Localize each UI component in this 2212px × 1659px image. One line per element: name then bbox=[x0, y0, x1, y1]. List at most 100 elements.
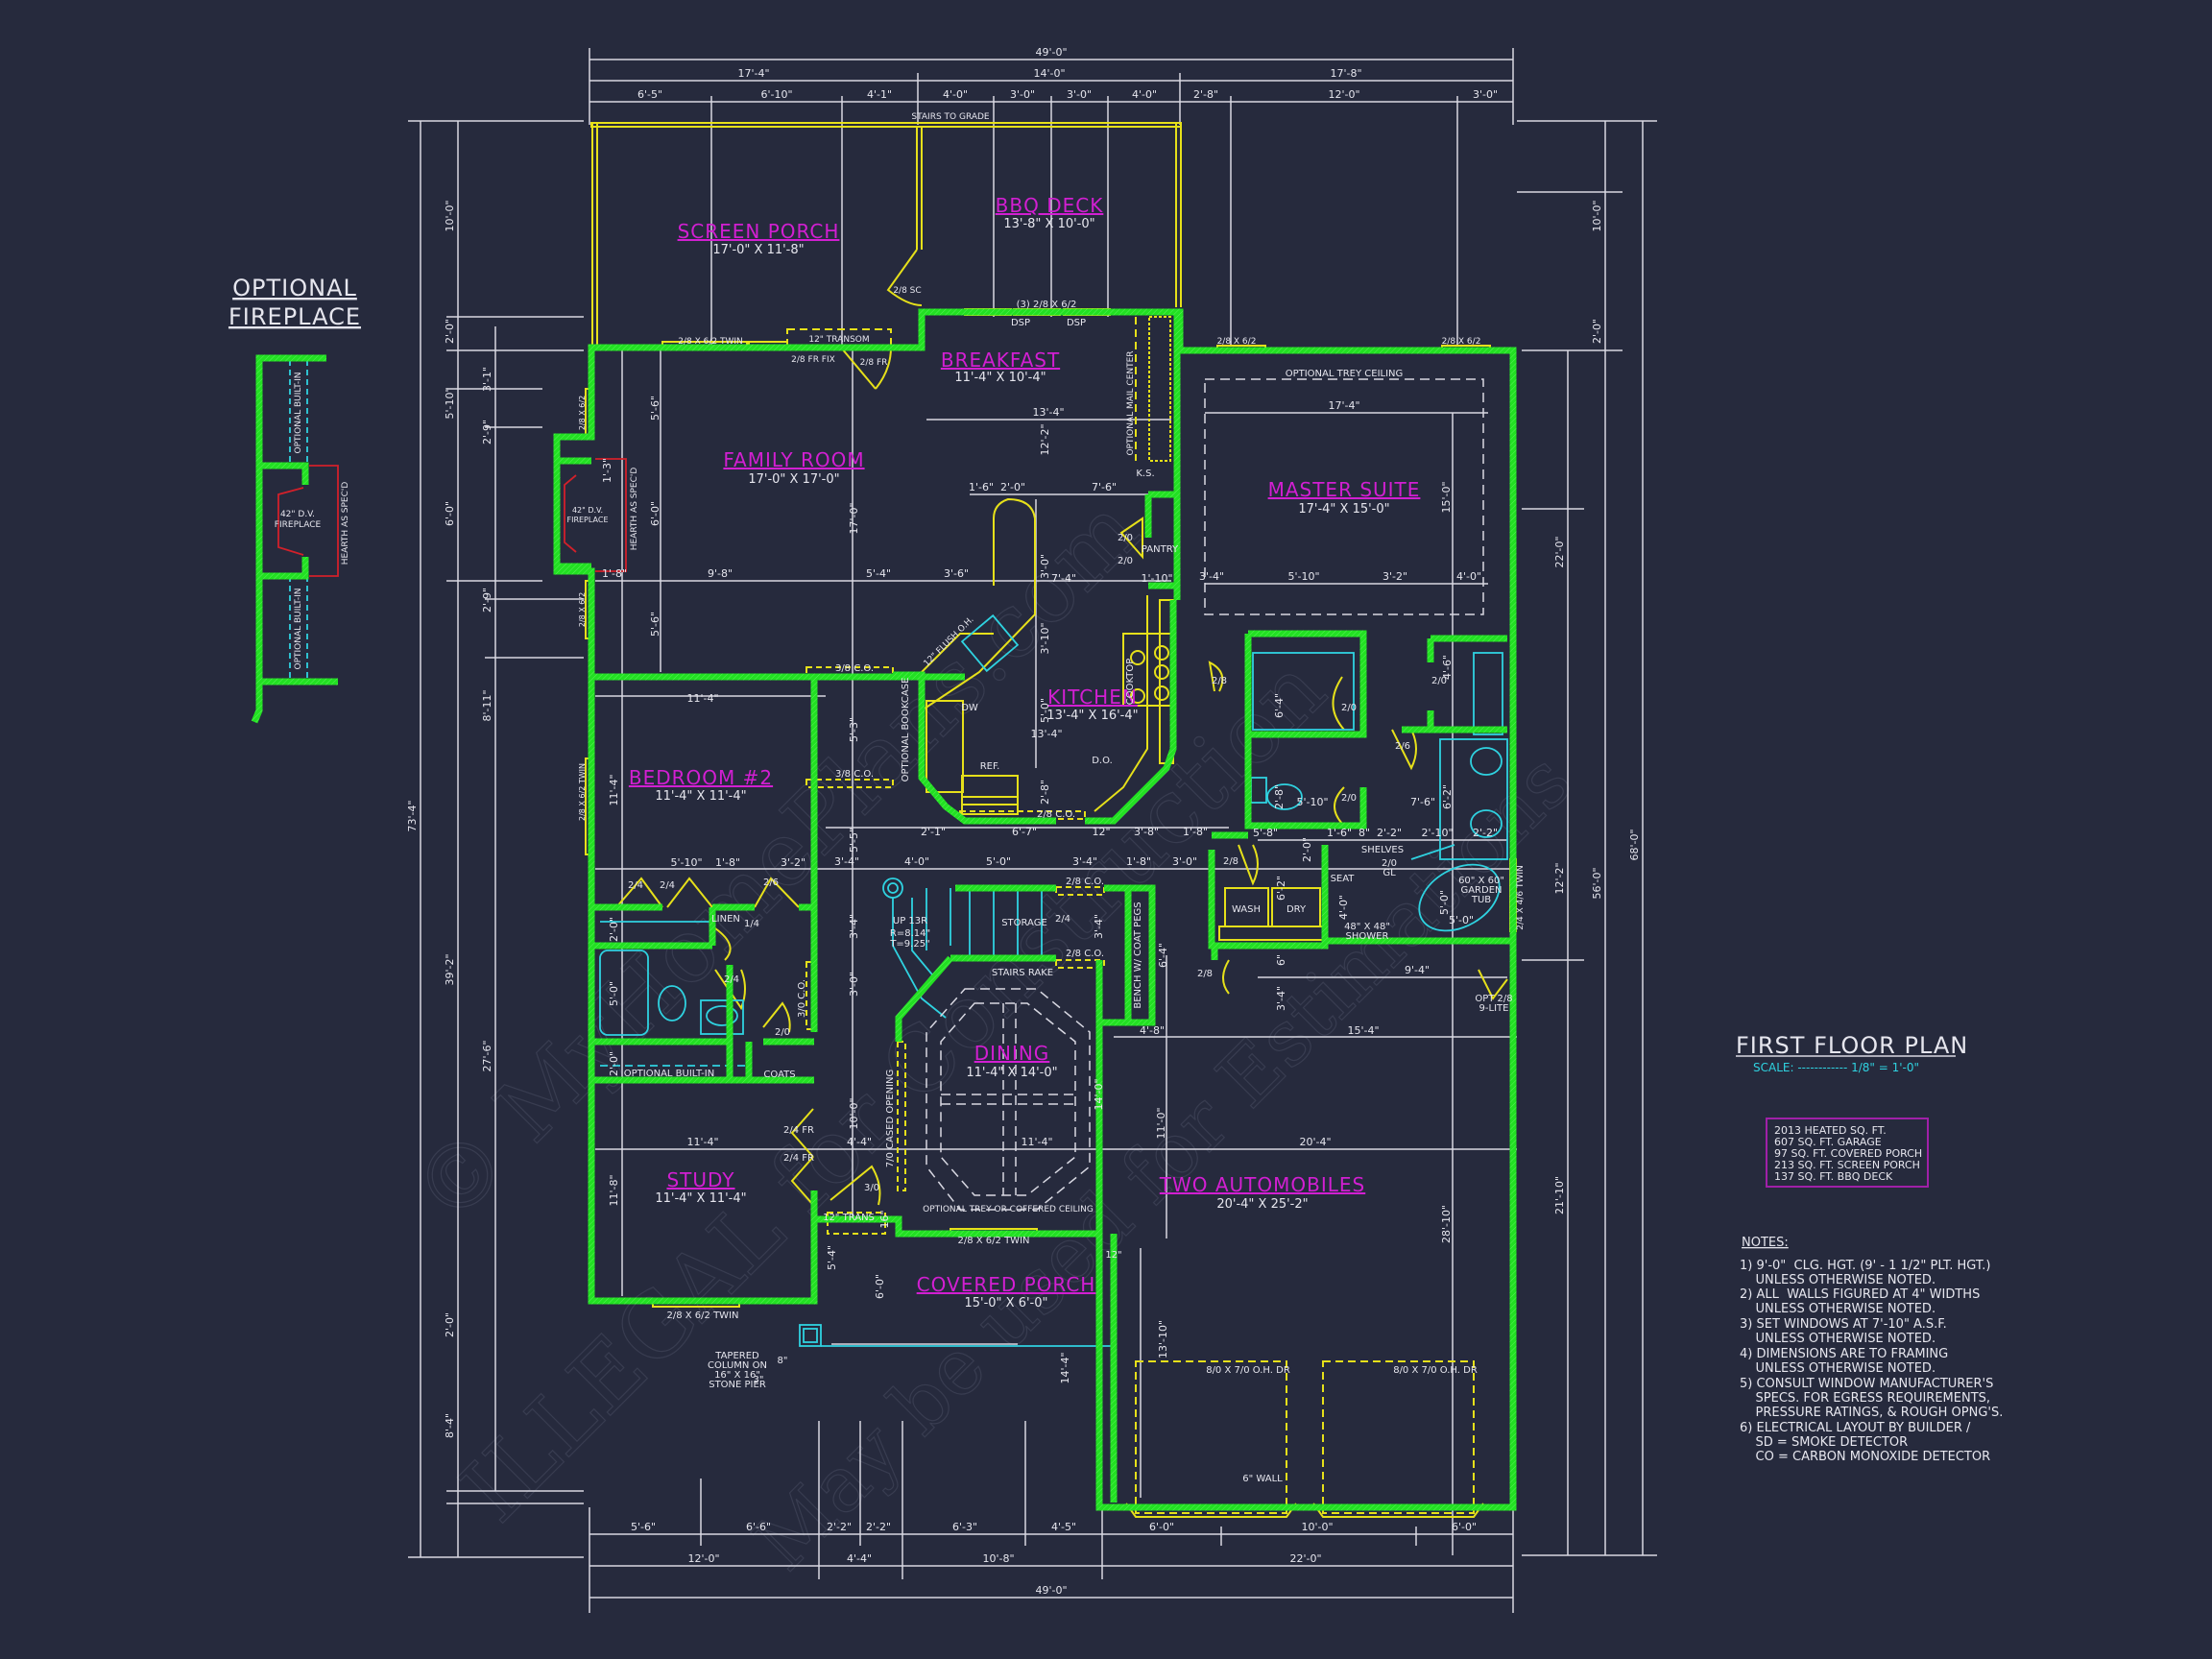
dim-fam-v2: 6'-0" bbox=[649, 501, 661, 526]
area-bbq-deck: 137 SQ. FT. BBQ DECK bbox=[1774, 1170, 1893, 1183]
dim-k-5-0: 5'-0" bbox=[1039, 698, 1051, 723]
dim-k-7-4: 7'-4" bbox=[1051, 572, 1076, 585]
dim-s-3-4: 3'-4" bbox=[834, 855, 859, 868]
label-stairs-rake: STAIRS RAKE bbox=[992, 968, 1053, 978]
label-column-8: 8" bbox=[778, 1356, 788, 1366]
label-closet-door-2: 2/4 bbox=[660, 880, 675, 891]
dim-s-3-4b: 3'-4" bbox=[1072, 855, 1097, 868]
label-door-2-6: 2/6 bbox=[763, 878, 779, 888]
optional-builtin-lower: OPTIONAL BUILT-IN bbox=[294, 588, 303, 669]
dim-mb-3-4: 3'-4" bbox=[1275, 986, 1287, 1011]
note-line-12: 6) ELECTRICAL LAYOUT BY BUILDER / bbox=[1740, 1421, 1971, 1435]
dim-right-inner-2: 12'-2" bbox=[1553, 862, 1566, 894]
dim-p-6-0: 6'-0" bbox=[874, 1274, 886, 1299]
label-dsp-1: DSP bbox=[1011, 318, 1030, 328]
dim-mb-5-0a: 5'-0" bbox=[1438, 890, 1451, 915]
label-storage-door: 2/4 bbox=[1055, 914, 1070, 925]
room-dining: DINING bbox=[974, 1042, 1050, 1065]
dim-left-inner-1: 3'-1" bbox=[481, 367, 493, 392]
dim-bottom-mid-3: 10'-8" bbox=[982, 1552, 1014, 1565]
dim-mb-2-8: 2'-8" bbox=[1273, 784, 1286, 809]
label-stairs-to-grade: STAIRS TO GRADE bbox=[911, 112, 990, 122]
label-garage-oh-2: 8/0 X 7/0 O.H. DR bbox=[1393, 1365, 1478, 1376]
dim-g-13-10: 13'-10" bbox=[1157, 1320, 1169, 1358]
dim-fam-13: 1'-3" bbox=[601, 458, 613, 483]
label-twelve: 12" bbox=[1105, 1250, 1121, 1261]
note-line-10: SPECS. FOR EGRESS REQUIREMENTS, bbox=[1740, 1391, 1990, 1406]
dim-k-7-6: 7'-6" bbox=[1092, 481, 1117, 493]
label-co-28: 2/8 C.O. bbox=[1037, 809, 1075, 820]
dim-d-14-0: 14'-0" bbox=[1093, 1078, 1105, 1110]
dim-d-4-4: 4'-4" bbox=[847, 1136, 872, 1148]
sheet-title-block: FIRST FLOOR PLAN SCALE: ------------ 1/8… bbox=[1736, 1032, 1967, 1074]
label-master-door: 2/8 bbox=[1212, 676, 1227, 686]
dim-bottom-5: 6'-3" bbox=[952, 1521, 977, 1533]
dim-mb-6: 6" bbox=[1275, 954, 1287, 966]
room-kitchen: KITCHEN bbox=[1047, 685, 1138, 709]
dim-left-2: 2'-0" bbox=[444, 319, 456, 344]
dim-p-16: 16" bbox=[878, 1210, 891, 1228]
room-screen-porch-size: 17'-0" X 11'-8" bbox=[712, 243, 804, 257]
dim-left-inner-2: 2'-9" bbox=[481, 420, 493, 445]
dim-left-4: 6'-0" bbox=[444, 501, 456, 526]
dim-mb-5-8: 5'-8" bbox=[1253, 827, 1278, 839]
label-hearth-main: HEARTH AS SPEC'D bbox=[630, 468, 639, 551]
note-line-9: 5) CONSULT WINDOW MANUFACTURER'S bbox=[1740, 1377, 1993, 1391]
dim-mb-5-0b: 5'-0" bbox=[1449, 914, 1474, 926]
label-bookcase: OPTIONAL BOOKCASE bbox=[901, 678, 911, 782]
dim-p-5-4: 5'-4" bbox=[826, 1245, 838, 1270]
dim-left-5: 39'-2" bbox=[444, 953, 456, 985]
dim-b-3-2: 3'-2" bbox=[781, 856, 805, 869]
optional-fireplace-detail: OPTIONAL FIREPLACE OPTIONAL BUILT-IN OPT… bbox=[228, 275, 360, 670]
dim-s-4-0: 4'-0" bbox=[904, 855, 929, 868]
dim-top-mid-1: 17'-4" bbox=[737, 67, 769, 80]
dim-bottom-mid-2: 4'-4" bbox=[847, 1552, 872, 1565]
label-co-28a: 2/8 C.O. bbox=[1066, 877, 1104, 887]
dim-top-1: 6'-5" bbox=[637, 88, 662, 101]
dim-s-3-0: 3'-0" bbox=[1172, 855, 1197, 868]
label-pantry-door-2: 2/0 bbox=[1118, 556, 1133, 566]
dim-d-4-8: 4'-8" bbox=[1140, 1024, 1165, 1037]
dim-right-overall: 68'-0" bbox=[1628, 829, 1641, 860]
area-summary: 2013 HEATED SQ. FT. 607 SQ. FT. GARAGE 9… bbox=[1766, 1118, 1929, 1188]
label-garage-door: 2/8 bbox=[1197, 969, 1213, 979]
dim-mb-4-0: 4'-0" bbox=[1337, 895, 1350, 920]
label-column-3in: 3" bbox=[754, 1375, 764, 1385]
label-cooktop: COOKTOP bbox=[1125, 659, 1136, 706]
optional-hearth-label: HEARTH AS SPEC'D bbox=[341, 482, 350, 565]
floor-plan-drawing: © MyHomePlans.com ILLEGAL for Constructi… bbox=[228, 46, 2003, 1613]
label-bath-door-26: 2/6 bbox=[1395, 741, 1410, 752]
label-entry-door: 3/0 bbox=[864, 1183, 879, 1193]
note-line-14: CO = CARBON MONOXIDE DETECTOR bbox=[1740, 1450, 1990, 1464]
label-riser: R=8.14" bbox=[890, 928, 930, 939]
room-breakfast-size: 11'-4" X 10'-4" bbox=[954, 371, 1046, 385]
dim-s-3-4r: 3'-4" bbox=[1093, 914, 1105, 939]
dim-top-10: 3'-0" bbox=[1473, 88, 1498, 101]
dim-b-2-0b: 2'-0" bbox=[608, 1051, 620, 1076]
label-tub-window: 2/4 X 4/6 TWIN bbox=[1516, 865, 1526, 930]
label-fireplace-main-1: 42" D.V. bbox=[572, 506, 603, 515]
dim-p-14-4: 14'-4" bbox=[1059, 1352, 1071, 1383]
dim-k-5-5: 5'-5" bbox=[848, 828, 860, 853]
label-family-twin: 2/8 X 6/2 TWIN bbox=[678, 337, 743, 347]
dim-top-overall: 49'-0" bbox=[1035, 46, 1067, 59]
dim-bottom-overall: 49'-0" bbox=[1035, 1584, 1067, 1597]
dim-bottom-7: 6'-0" bbox=[1149, 1521, 1174, 1533]
dim-bottom-1: 5'-6" bbox=[631, 1521, 656, 1533]
dim-fam-h4: 3'-6" bbox=[944, 567, 969, 580]
dim-r-2-1: 2'-1" bbox=[921, 826, 946, 838]
room-dining-size: 11'-4" X 14'-0" bbox=[966, 1066, 1057, 1080]
dim-r-1-8: 1'-8" bbox=[1183, 826, 1208, 838]
note-line-8: UNLESS OTHERWISE NOTED. bbox=[1740, 1361, 1936, 1376]
label-shower-door-2: GL bbox=[1382, 868, 1396, 878]
note-line-3: 2) ALL WALLS FIGURED AT 4" WIDTHS bbox=[1740, 1287, 1980, 1302]
label-trey-ceiling: OPTIONAL TREY CEILING bbox=[1286, 369, 1404, 379]
optional-fireplace-label-1: 42" D.V. bbox=[280, 510, 315, 519]
dim-top-3: 4'-1" bbox=[867, 88, 892, 101]
dim-k-3-10: 3'-10" bbox=[1039, 622, 1051, 654]
dim-b-1-8: 1'-8" bbox=[715, 856, 740, 869]
dim-m-3-4: 3'-4" bbox=[1199, 570, 1224, 583]
dim-r-12: 12" bbox=[1092, 826, 1110, 838]
note-line-6: UNLESS OTHERWISE NOTED. bbox=[1740, 1332, 1936, 1346]
label-ref: REF. bbox=[980, 761, 1000, 772]
